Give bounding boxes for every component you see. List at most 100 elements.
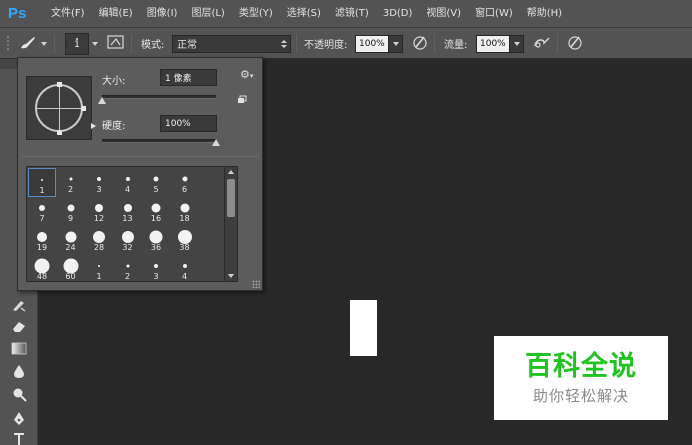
brush-preset-item[interactable]: 48 [28,255,56,281]
size-input[interactable]: 1 像素 [160,69,217,86]
resize-grip[interactable] [252,280,260,288]
type-tool[interactable] [9,431,29,445]
pressure-opacity-button[interactable] [411,28,429,59]
brush-preset-item[interactable]: 7 [28,197,56,226]
brush-panel-icon [107,34,125,53]
size-slider[interactable] [102,95,216,99]
pen-tool[interactable] [9,411,29,429]
menu-layer[interactable]: 图层(L) [184,0,231,28]
brush-preset-item[interactable]: 1 [85,255,113,281]
scroll-down-icon[interactable] [228,274,234,278]
brush-tip-preview [39,205,45,211]
brush-panel-toggle[interactable] [107,28,125,59]
brush-preset-item[interactable]: 32 [114,226,142,255]
menu-bar: Ps 文件(F) 编辑(E) 图像(I) 图层(L) 类型(Y) 选择(S) 滤… [0,0,692,28]
menu-view[interactable]: 视图(V) [419,0,468,28]
brush-preset-item[interactable]: 1 [28,168,56,197]
brush-tip-preview [182,264,187,268]
brush-tip-preview [125,177,130,181]
menu-filter[interactable]: 滤镜(T) [328,0,376,28]
brush-preset-grid: 1 2 3 4 5 6 7 9 12 13 16 18 19 24 28 32 36 38 48 60 1 2 3 4 [26,166,225,282]
flow-input[interactable]: 100% [476,34,510,53]
pen-pressure-size-icon [566,33,584,54]
menu-image[interactable]: 图像(I) [140,0,185,28]
hardness-slider-thumb[interactable] [212,139,220,146]
menu-help[interactable]: 帮助(H) [520,0,569,28]
mode-select[interactable]: 正常 [172,34,291,53]
brush-preset-item[interactable]: 4 [114,168,142,197]
brush-preset-size: 48 [36,272,48,281]
brush-preset-item[interactable]: 3 [85,168,113,197]
brush-preset-item[interactable]: 16 [142,197,170,226]
brush-preset-size: 12 [93,214,105,223]
new-preset-icon[interactable] [237,95,247,104]
brush-preset-item[interactable]: 6 [171,168,199,197]
brush-tip-preview [154,264,158,268]
blur-tool[interactable] [9,364,29,382]
pressure-size-button[interactable] [566,28,584,59]
brush-tool-preset-button[interactable] [18,28,47,59]
brush-tip-preview [65,231,76,243]
scroll-up-icon[interactable] [228,170,234,174]
chevron-down-icon [392,41,399,46]
brush-preset-item[interactable]: 24 [57,226,85,255]
brush-size-preview: 1 [65,32,89,55]
brush-preset-picker[interactable]: 1 [65,28,98,59]
size-label: 大小: [102,76,126,87]
roundness-handle[interactable] [57,130,62,135]
gear-icon[interactable]: ⚙▾ [240,69,256,81]
menu-3d[interactable]: 3D(D) [376,0,420,28]
brush-preset-item[interactable]: 28 [85,226,113,255]
menu-select[interactable]: 选择(S) [280,0,328,28]
brush-tip-preview [95,204,103,212]
brush-preset-item[interactable]: 36 [142,226,170,255]
brush-preset-item[interactable]: 18 [171,197,199,226]
brush-preset-size: 7 [39,214,45,223]
history-brush-tool[interactable] [9,297,29,315]
opacity-dropdown-button[interactable] [389,34,403,53]
dodge-tool[interactable] [9,387,29,405]
brush-angle-preview[interactable] [26,76,96,140]
opacity-input[interactable]: 100% [355,34,389,53]
eraser-icon [11,319,27,336]
angle-handle[interactable] [81,106,86,111]
gradient-tool[interactable] [9,341,29,359]
hardness-input[interactable]: 100% [160,115,217,132]
pen-icon [12,411,26,430]
scroll-thumb[interactable] [227,179,235,217]
watermark: 百科全说 助你轻松解决 [494,336,668,420]
preset-scrollbar[interactable] [225,166,238,282]
flow-dropdown-button[interactable] [510,34,524,53]
hardness-slider[interactable] [102,139,216,143]
brush-preset-item[interactable]: 19 [28,226,56,255]
menu-file[interactable]: 文件(F) [44,0,92,28]
brush-preset-size: 60 [65,272,76,281]
brush-preset-item[interactable]: 60 [57,255,85,281]
brush-preset-item[interactable]: 12 [85,197,113,226]
brush-preset-item[interactable]: 2 [57,168,85,197]
brush-preset-size: 1 [39,186,45,195]
opacity-control: 100% [355,28,403,59]
divider [557,34,558,53]
brush-preset-item[interactable]: 2 [114,255,142,281]
roundness-handle[interactable] [57,82,62,87]
brush-preset-item[interactable]: 38 [171,226,199,255]
mode-value: 正常 [177,40,197,51]
brush-preset-item[interactable]: 4 [171,255,199,281]
crosshair-line [59,84,60,132]
menu-edit[interactable]: 编辑(E) [92,0,140,28]
menu-window[interactable]: 窗口(W) [468,0,520,28]
brush-preset-size: 5 [153,185,159,194]
brush-icon [18,34,38,53]
brush-preset-item[interactable]: 5 [142,168,170,197]
airbrush-button[interactable] [532,28,552,59]
mode-label: 模式: [141,40,165,51]
airbrush-icon [532,34,552,53]
eraser-tool[interactable] [9,318,29,336]
brush-preset-item[interactable]: 9 [57,197,85,226]
menu-type[interactable]: 类型(Y) [232,0,280,28]
arrow-right-icon [91,123,96,129]
brush-preset-item[interactable]: 13 [114,197,142,226]
size-slider-thumb[interactable] [98,97,106,104]
brush-preset-item[interactable]: 3 [142,255,170,281]
